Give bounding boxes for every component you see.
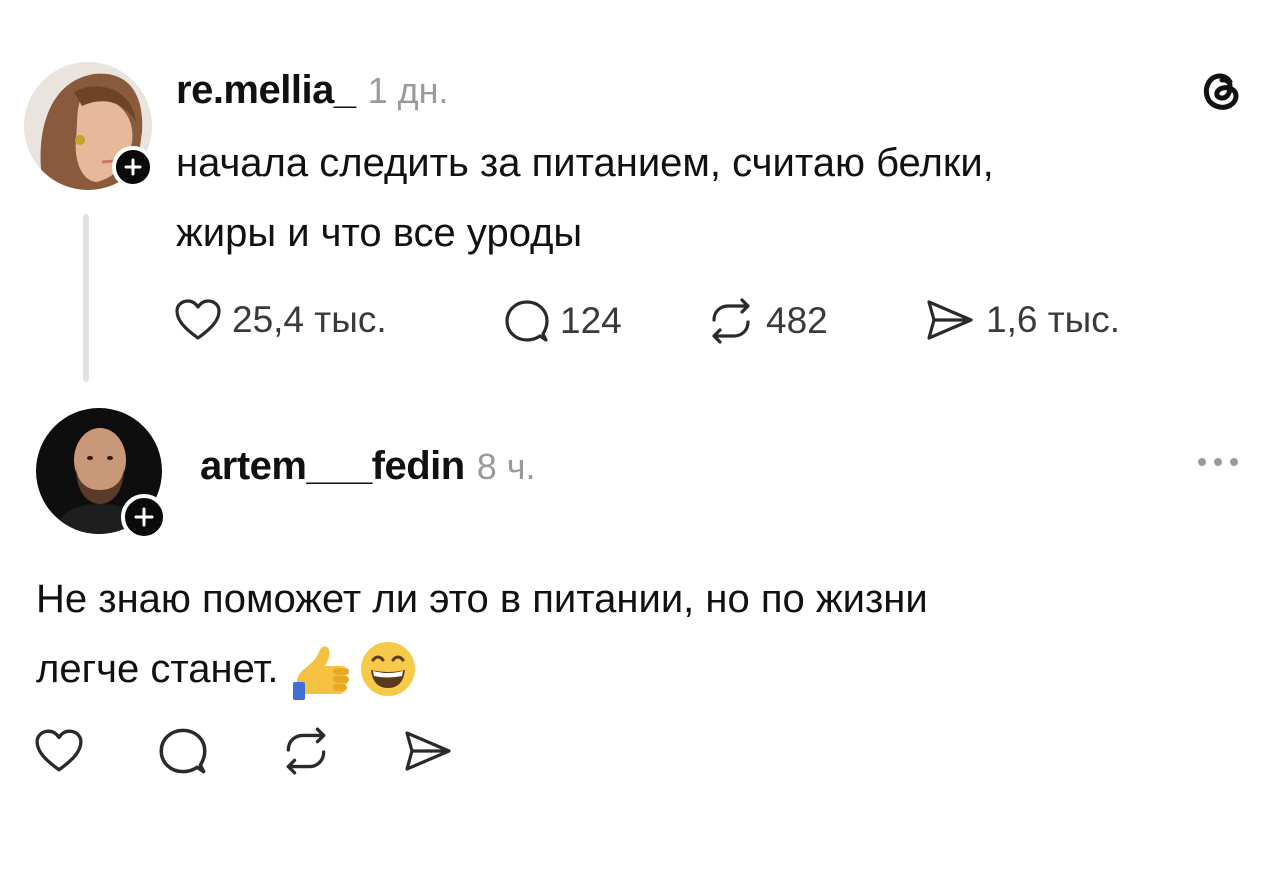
- follow-plus-button[interactable]: [121, 494, 167, 540]
- threads-logo-icon[interactable]: [1196, 64, 1246, 114]
- reply-header: artem___fedin 8 ч.: [200, 444, 536, 489]
- comment-bubble-icon: [505, 300, 549, 342]
- comment-count: 124: [560, 300, 622, 341]
- reply-like-button[interactable]: [34, 728, 84, 779]
- thumbs-up-emoji: [292, 638, 355, 700]
- like-count: 25,4 тыс.: [232, 299, 387, 340]
- send-icon: [405, 731, 451, 771]
- heart-icon: [175, 299, 221, 340]
- reply-comment-button[interactable]: [158, 726, 208, 781]
- post-text-line1: начала следить за питанием, считаю белки…: [176, 141, 994, 185]
- reply-text-line2: легче станет.: [36, 647, 279, 691]
- thread-line: [83, 214, 89, 382]
- plus-icon: [124, 158, 142, 176]
- share-count: 1,6 тыс.: [986, 299, 1121, 340]
- post-text: начала следить за питанием, считаю белки…: [176, 128, 1236, 268]
- grinning-face-emoji: [359, 640, 417, 698]
- reply-repost-button[interactable]: [280, 726, 332, 781]
- comment-button[interactable]: 124: [504, 298, 622, 344]
- post-text-line2: жиры и что все уроды: [176, 211, 583, 255]
- like-button[interactable]: 25,4 тыс.: [174, 298, 387, 342]
- follow-plus-button[interactable]: [112, 146, 154, 188]
- reply-username[interactable]: artem___fedin: [200, 444, 465, 488]
- heart-icon: [35, 729, 83, 772]
- repost-count: 482: [766, 300, 828, 341]
- reply-time: 8 ч.: [476, 446, 536, 487]
- reply-text-line2-row: легче станет.: [36, 634, 1256, 704]
- more-dots-icon[interactable]: [1194, 452, 1248, 472]
- reply-share-button[interactable]: [402, 728, 454, 779]
- send-icon: [927, 300, 973, 340]
- comment-bubble-icon: [159, 728, 207, 774]
- repost-icon: [286, 727, 326, 775]
- repost-icon: [712, 298, 750, 344]
- plus-icon: [134, 507, 154, 527]
- post-actions: 25,4 тыс. 124 482 1,6 тыс.: [174, 298, 1174, 344]
- repost-button[interactable]: 482: [706, 298, 828, 344]
- share-button[interactable]: 1,6 тыс.: [924, 298, 1120, 342]
- reply-text: Не знаю поможет ли это в питании, но по …: [36, 564, 1256, 704]
- post-header: re.mellia_ 1 дн.: [176, 68, 449, 113]
- reply-actions: [34, 726, 494, 778]
- post-time: 1 дн.: [367, 70, 449, 111]
- reply-text-line1: Не знаю поможет ли это в питании, но по …: [36, 577, 928, 621]
- post-username[interactable]: re.mellia_: [176, 68, 356, 112]
